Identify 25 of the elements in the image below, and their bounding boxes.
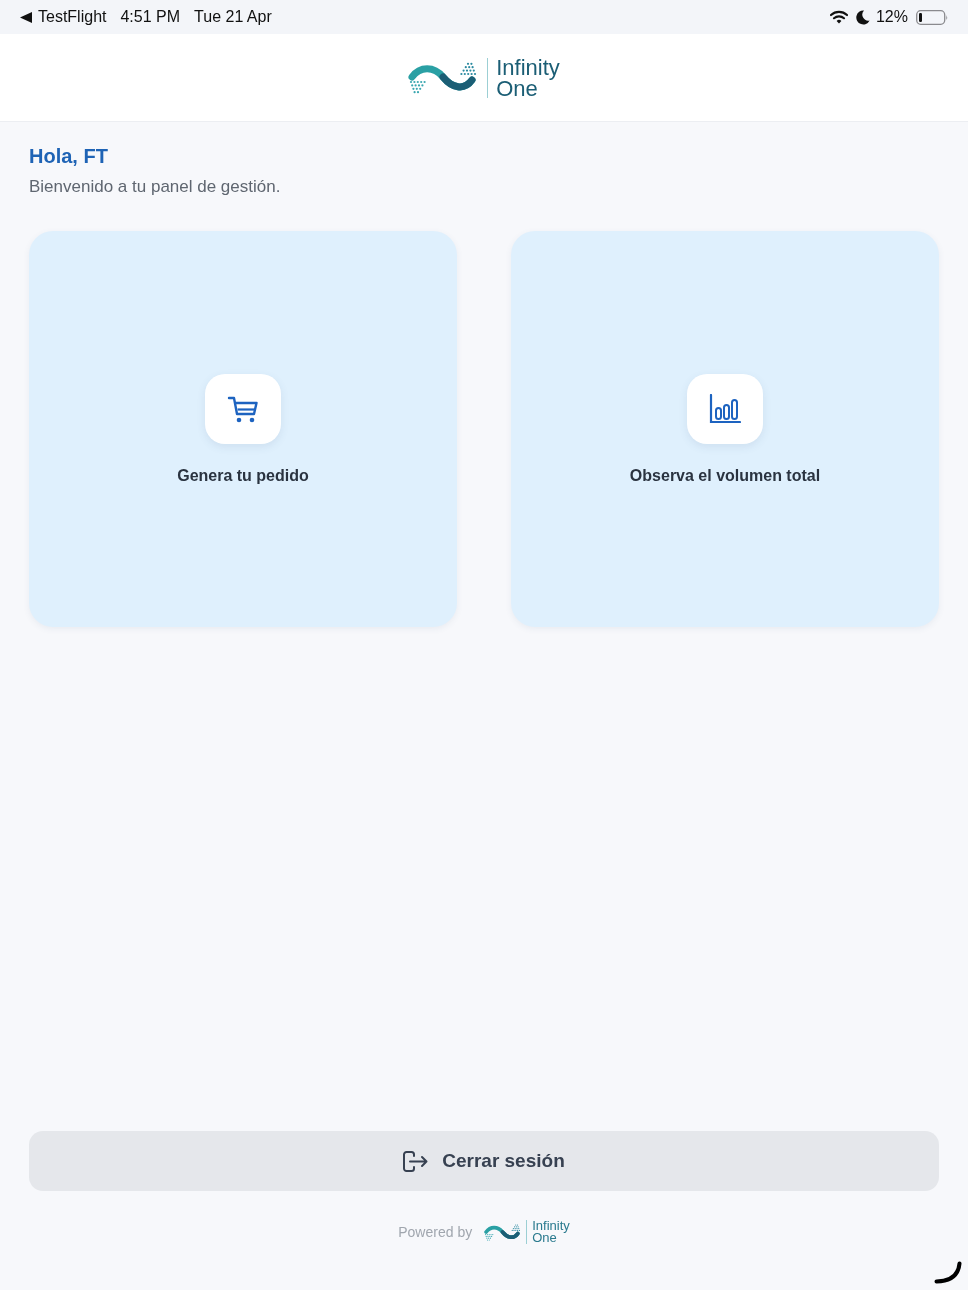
battery-icon xyxy=(916,9,948,25)
logo-wave-icon xyxy=(484,1222,522,1242)
greeting-subtitle: Bienvenido a tu panel de gestión. xyxy=(29,176,281,198)
powered-by-text: Powered by xyxy=(398,1224,473,1240)
card-label: Genera tu pedido xyxy=(177,466,309,486)
bar-chart-icon xyxy=(709,394,741,424)
logo-text: Infinity xyxy=(496,56,560,78)
card-label: Observa el volumen total xyxy=(629,466,821,486)
back-triangle-icon[interactable] xyxy=(20,11,32,23)
logout-button[interactable]: Cerrar sesión xyxy=(29,1131,939,1191)
greeting-title: Hola, FT xyxy=(29,144,108,168)
back-app-label[interactable]: TestFlight xyxy=(38,8,107,26)
logo-text: Infinity xyxy=(532,1220,570,1232)
wifi-icon xyxy=(829,10,848,24)
logo-text: One xyxy=(532,1232,557,1244)
logout-icon xyxy=(403,1150,429,1172)
status-time: 4:51 PM xyxy=(120,8,181,26)
battery-percentage: 12% xyxy=(875,8,908,26)
logo-text: One xyxy=(496,77,538,99)
status-date: Tue 21 Apr xyxy=(194,8,272,26)
corner-arc-icon xyxy=(934,1261,962,1284)
action-card[interactable]: Observa el volumen total xyxy=(511,231,939,627)
action-card[interactable]: Genera tu pedido xyxy=(29,231,457,627)
moon-icon xyxy=(855,9,870,25)
shopping-cart-icon xyxy=(227,394,259,424)
